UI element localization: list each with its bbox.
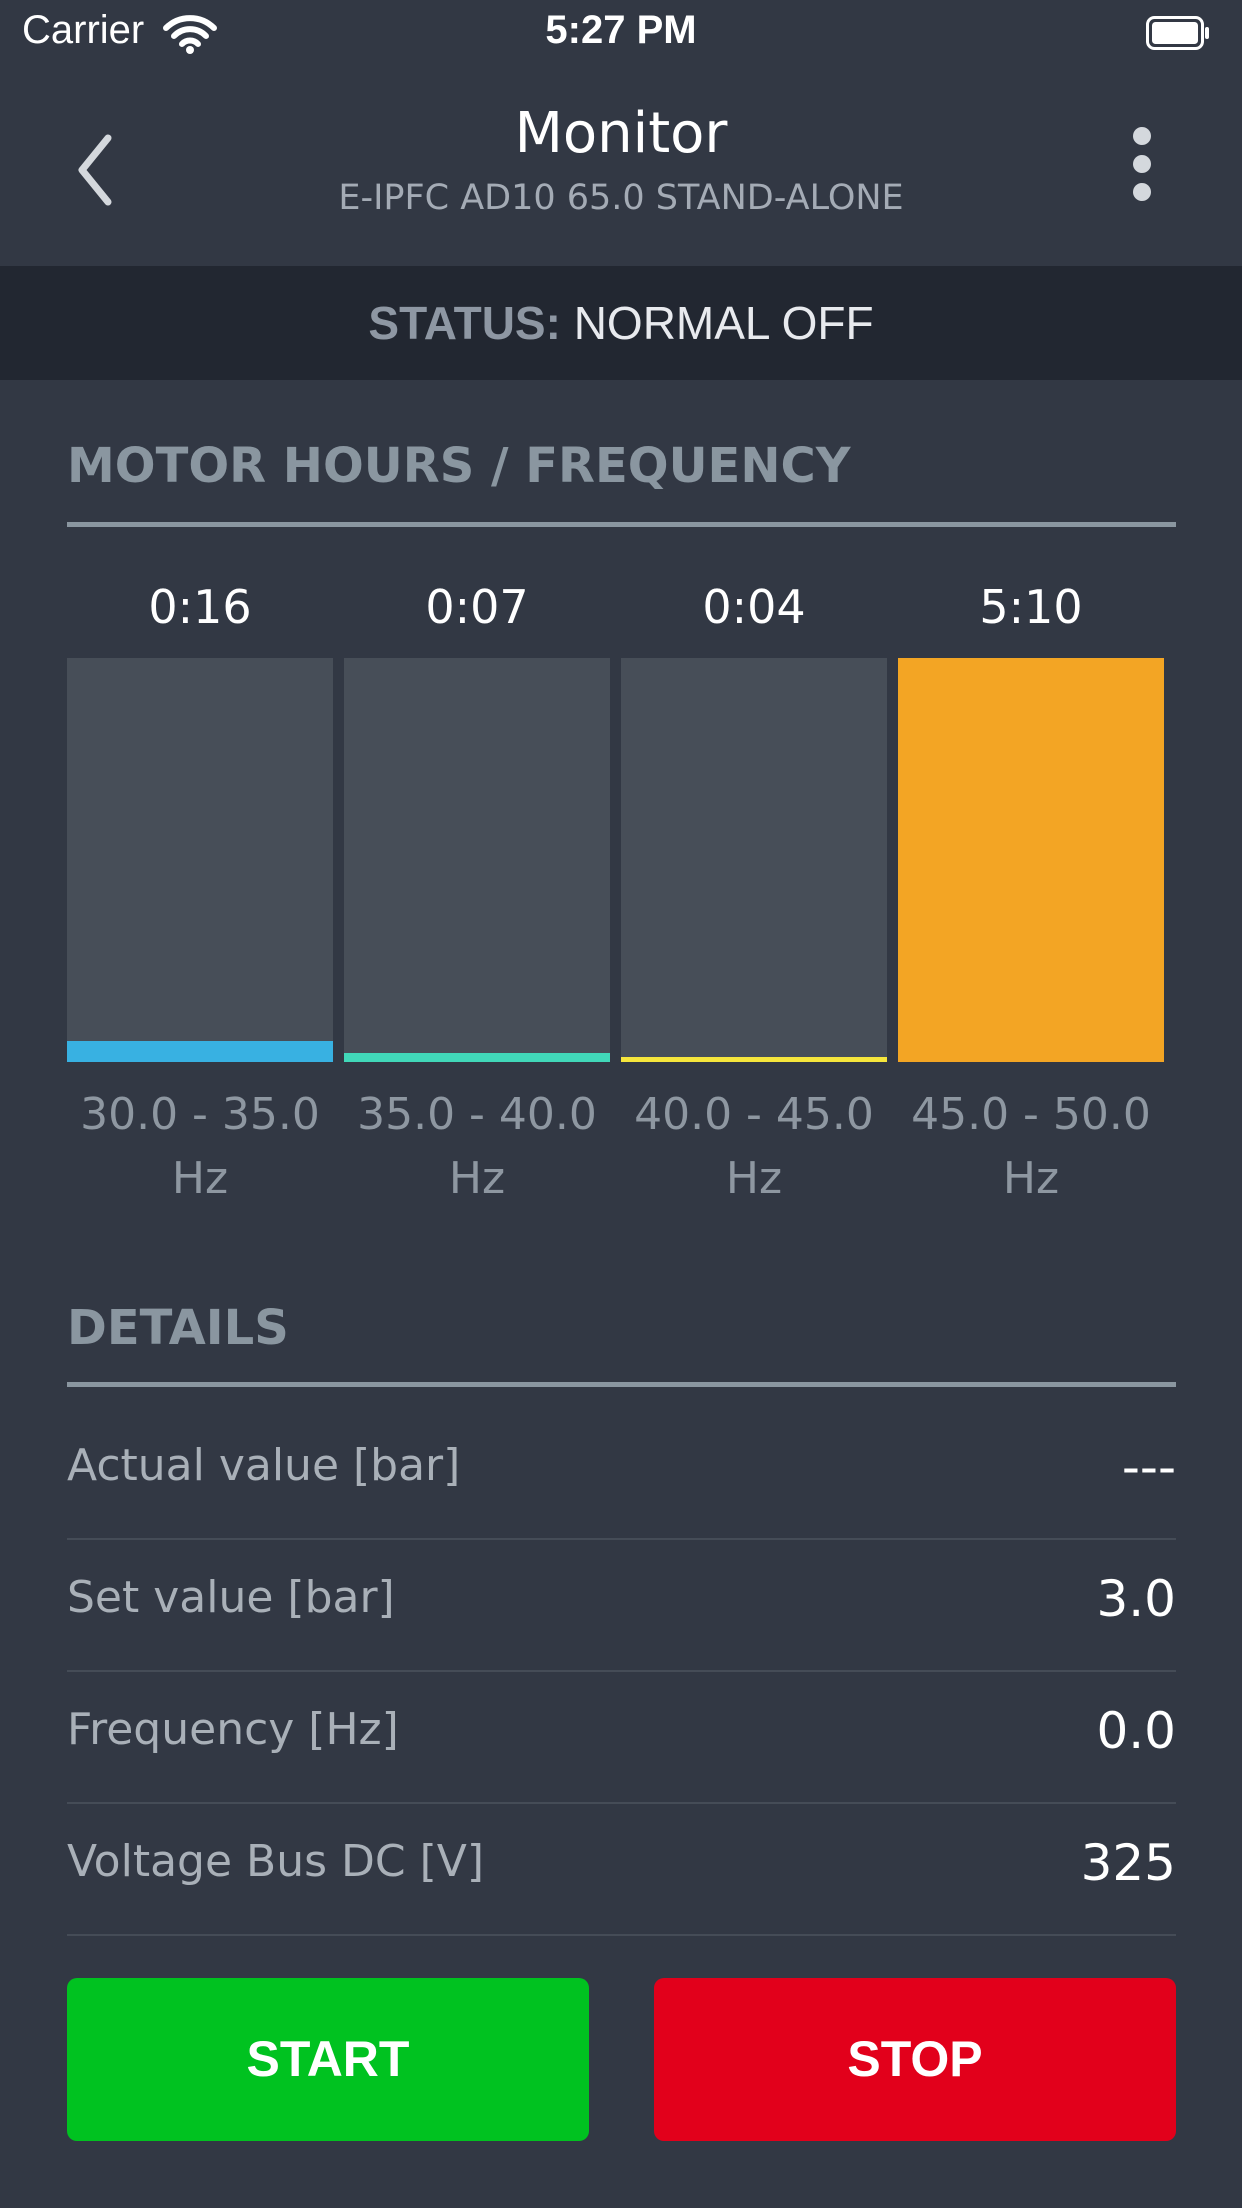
bar-hours-label: 0:07 (425, 580, 529, 634)
details-title: DETAILS (67, 1300, 289, 1356)
bar-hours-label: 0:04 (702, 580, 806, 634)
motor-hours-title: MOTOR HOURS / FREQUENCY (67, 438, 851, 494)
bar-frequency-range-label: 30.0 - 35.0 Hz (80, 1089, 320, 1204)
detail-value: 0.0 (1096, 1702, 1176, 1760)
bar-fill (67, 1041, 333, 1062)
detail-row-actual-value: Actual value [bar] --- (67, 1406, 1176, 1540)
bar-track (344, 658, 610, 1062)
status-value: NORMAL OFF (573, 297, 874, 349)
detail-value: 325 (1080, 1834, 1176, 1892)
battery-icon (1146, 16, 1209, 50)
detail-row-voltage-bus: Voltage Bus DC [V] 325 (67, 1802, 1176, 1936)
detail-row-set-value: Set value [bar] 3.0 (67, 1538, 1176, 1672)
stop-button[interactable]: STOP (654, 1978, 1176, 2141)
bar-hours-label: 0:16 (148, 580, 252, 634)
status-label: STATUS: (368, 297, 561, 349)
bar-track (67, 658, 333, 1062)
section-divider (67, 522, 1176, 527)
bar-fill (344, 1053, 610, 1062)
status-banner: STATUS: NORMAL OFF (0, 266, 1242, 380)
device-subtitle: E-IPFC AD10 65.0 STAND-ALONE (338, 178, 904, 218)
bar-frequency-range-label: 40.0 - 45.0 Hz (634, 1089, 874, 1204)
detail-label: Frequency [Hz] (67, 1704, 399, 1755)
detail-value: 3.0 (1096, 1570, 1176, 1628)
bar-track (898, 658, 1164, 1062)
bar-fill (898, 658, 1164, 1062)
more-vertical-icon[interactable] (1122, 124, 1162, 212)
nav-bar: Monitor E-IPFC AD10 65.0 STAND-ALONE (0, 66, 1242, 266)
bar-frequency-range-label: 45.0 - 50.0 Hz (911, 1089, 1151, 1204)
bar-track (621, 658, 887, 1062)
detail-value: --- (1121, 1438, 1176, 1496)
bar-fill (621, 1057, 887, 1062)
status-bar: Carrier 5:27 PM (0, 0, 1242, 66)
start-button[interactable]: START (67, 1978, 589, 2141)
detail-label: Actual value [bar] (67, 1440, 461, 1491)
bar-hours-label: 5:10 (979, 580, 1083, 634)
motor-hours-chart: 0:16 30.0 - 35.0 Hz 0:07 35.0 - 40.0 Hz 0:04 40… (67, 580, 1176, 1220)
page-title: Monitor (514, 101, 728, 166)
detail-label: Voltage Bus DC [V] (67, 1836, 485, 1887)
bar-frequency-range-label: 35.0 - 40.0 Hz (357, 1089, 597, 1204)
detail-label: Set value [bar] (67, 1572, 395, 1623)
detail-row-frequency: Frequency [Hz] 0.0 (67, 1670, 1176, 1804)
clock: 5:27 PM (545, 8, 697, 52)
section-divider (67, 1382, 1176, 1387)
